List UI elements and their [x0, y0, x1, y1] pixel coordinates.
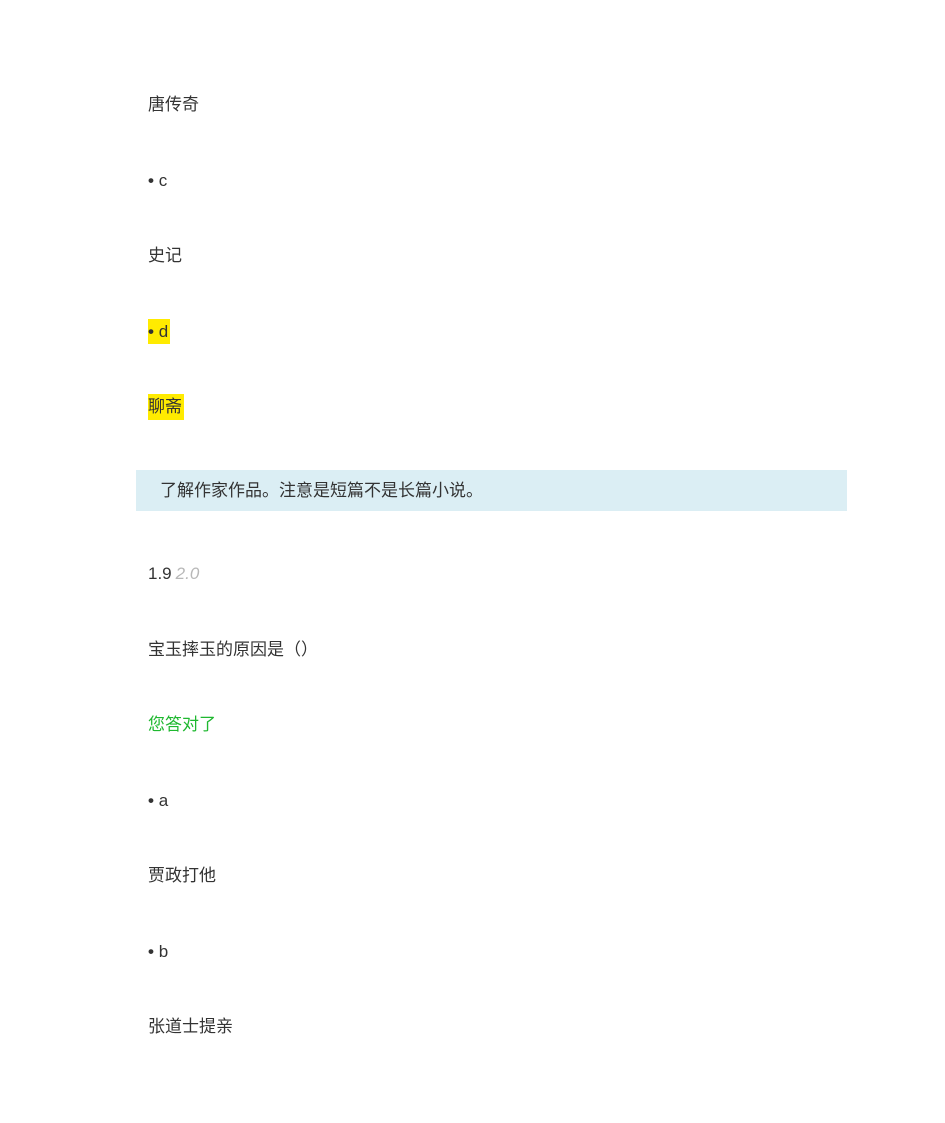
q2-score-total: 2.0 [176, 564, 200, 583]
q2-option-b-text: 张道士提亲 [148, 1014, 797, 1040]
q1-option-c-letter: c [148, 168, 797, 194]
q2-score-earned: 1.9 [148, 564, 172, 583]
q1-option-b-text: 唐传奇 [148, 92, 797, 118]
q1-option-d-letter-wrap: d [148, 319, 797, 345]
q1-option-d-letter: d [148, 319, 170, 345]
q2-option-a-letter: a [148, 788, 797, 814]
q2-score: 1.92.0 [148, 561, 797, 587]
q2-result: 您答对了 [148, 712, 797, 738]
q1-option-c-text: 史记 [148, 243, 797, 269]
q1-option-d-text: 聊斋 [148, 394, 184, 420]
page-content: 唐传奇 c 史记 d 聊斋 了解作家作品。注意是短篇不是长篇小说。 1.92.0… [0, 0, 945, 1040]
q1-explanation-box: 了解作家作品。注意是短篇不是长篇小说。 [136, 470, 847, 512]
q2-option-b-letter: b [148, 939, 797, 965]
q2-option-a-text: 贾政打他 [148, 863, 797, 889]
q1-option-d-text-wrap: 聊斋 [148, 394, 797, 420]
q1-explanation: 了解作家作品。注意是短篇不是长篇小说。 [160, 481, 483, 500]
q2-stem: 宝玉摔玉的原因是（） [148, 637, 797, 663]
